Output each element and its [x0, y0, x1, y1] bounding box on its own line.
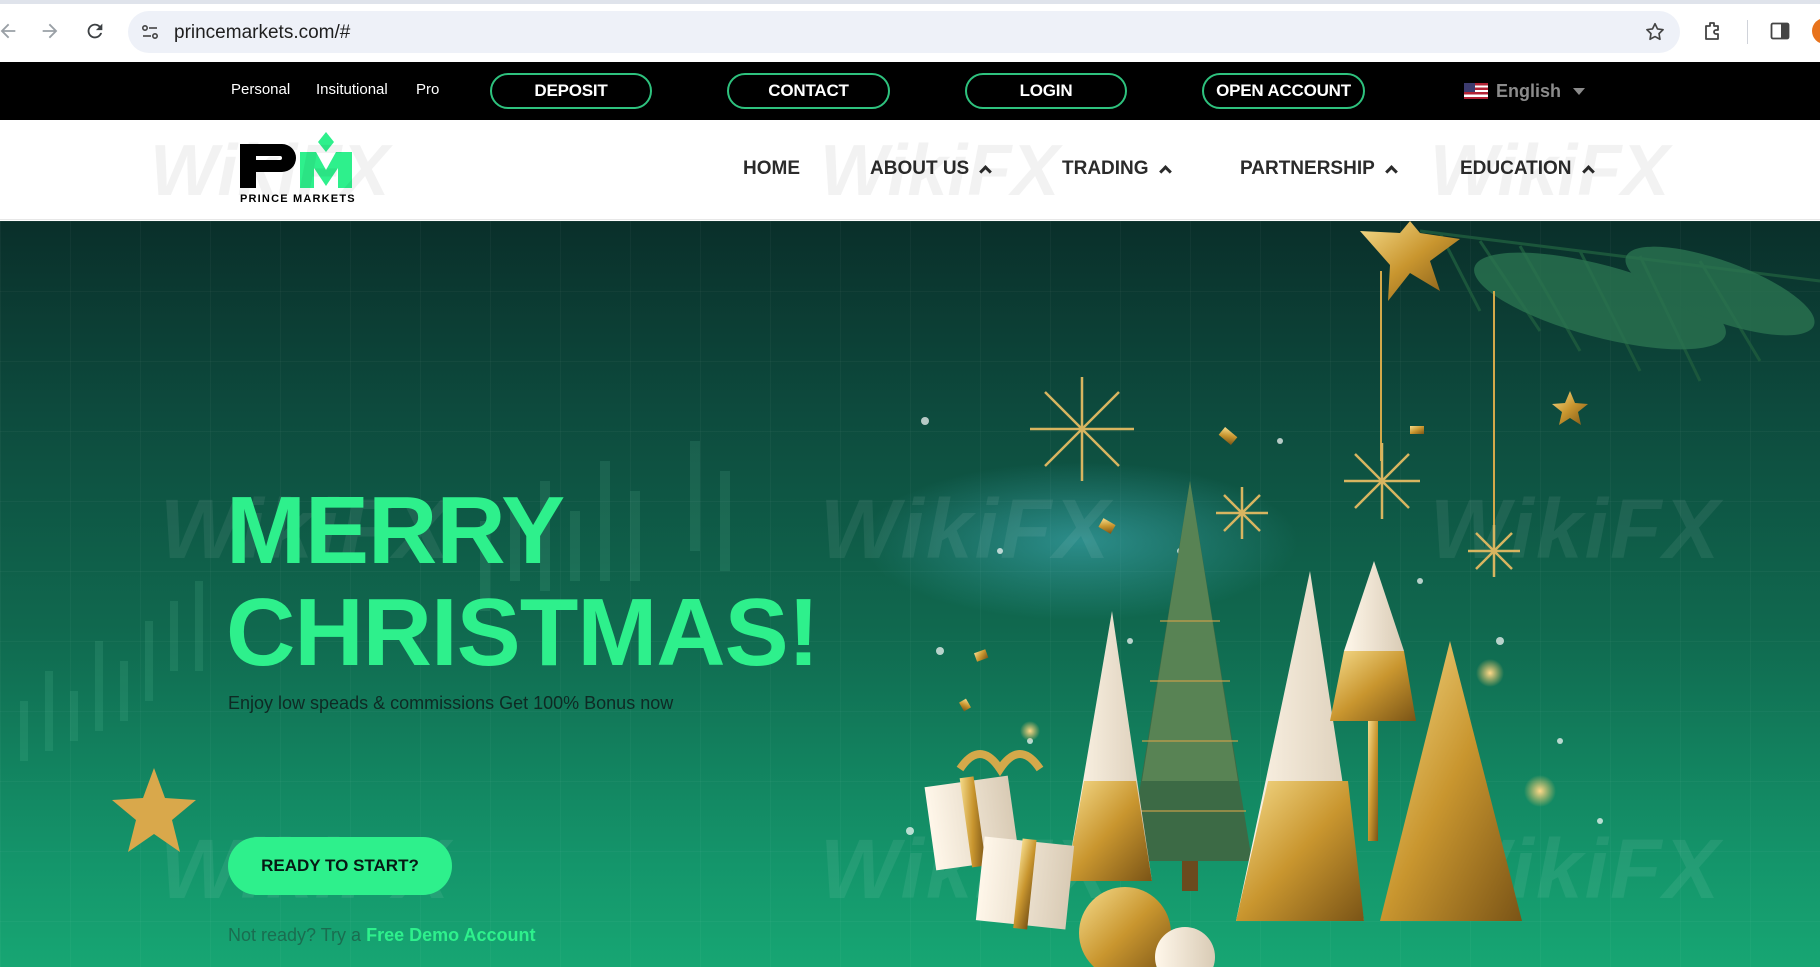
nav-partnership[interactable]: PARTNERSHIP — [1240, 158, 1398, 180]
segment-institutional[interactable]: Insitutional — [316, 81, 388, 98]
hero-subtitle: Enjoy low speads & commissions Get 100% … — [228, 693, 674, 713]
open-account-button[interactable]: OPEN ACCOUNT — [1202, 73, 1365, 109]
nav-trading-label: TRADING — [1062, 158, 1149, 179]
christmas-decorations-illustration — [906, 221, 1820, 967]
language-label: English — [1496, 80, 1562, 101]
site-settings-icon[interactable] — [140, 22, 160, 42]
us-flag-icon — [1464, 83, 1488, 99]
toolbar-divider — [1747, 20, 1748, 44]
browser-toolbar: princemarkets.com/# — [0, 0, 1820, 62]
hero-banner: WikiFX WikiFX WikiFX WikiFX WikiFX WikiF… — [0, 221, 1820, 967]
hero-headline-line2: CHRISTMAS! — [226, 579, 820, 686]
contact-button[interactable]: CONTACT — [727, 73, 890, 109]
bookmark-star-icon[interactable] — [1644, 21, 1666, 43]
top-utility-bar: Personal Insitutional Pro DEPOSIT CONTAC… — [0, 62, 1820, 120]
language-selector[interactable]: English — [1464, 79, 1586, 103]
tab-strip — [0, 0, 1820, 4]
address-bar[interactable]: princemarkets.com/# — [128, 11, 1680, 53]
reload-icon[interactable] — [81, 17, 109, 45]
segment-pro[interactable]: Pro — [416, 81, 439, 98]
side-panel-icon[interactable] — [1768, 19, 1792, 43]
gold-star-decoration — [112, 768, 196, 852]
demo-account-prompt: Not ready? Try a Free Demo Account — [228, 925, 535, 946]
watermark: WikiFX — [1430, 131, 1670, 211]
profile-avatar[interactable] — [1812, 18, 1820, 44]
chevron-up-icon — [1384, 165, 1398, 178]
nav-partnership-label: PARTNERSHIP — [1240, 158, 1375, 179]
watermark: WikiFX — [820, 131, 1060, 211]
nav-home-label: HOME — [743, 158, 800, 179]
back-icon[interactable] — [0, 17, 22, 45]
ready-to-start-button[interactable]: READY TO START? — [228, 837, 452, 895]
nav-home[interactable]: HOME — [743, 158, 800, 180]
hero-headline-line1: MERRY — [226, 477, 565, 584]
deposit-button[interactable]: DEPOSIT — [490, 73, 652, 109]
login-button[interactable]: LOGIN — [965, 73, 1127, 109]
demo-prefix: Not ready? Try a — [228, 925, 362, 945]
url-text[interactable]: princemarkets.com/# — [174, 22, 350, 44]
extensions-icon[interactable] — [1701, 19, 1725, 43]
segment-personal[interactable]: Personal — [231, 81, 290, 98]
main-navigation: PRINCE MARKETS HOME ABOUT US TRADING PAR… — [0, 120, 1820, 220]
chevron-down-icon — [1573, 87, 1586, 95]
watermark: WikiFX — [150, 131, 390, 211]
chevron-up-icon — [1158, 165, 1172, 178]
free-demo-account-link[interactable]: Free Demo Account — [366, 925, 535, 945]
forward-icon[interactable] — [36, 17, 64, 45]
nav-trading[interactable]: TRADING — [1062, 158, 1172, 180]
